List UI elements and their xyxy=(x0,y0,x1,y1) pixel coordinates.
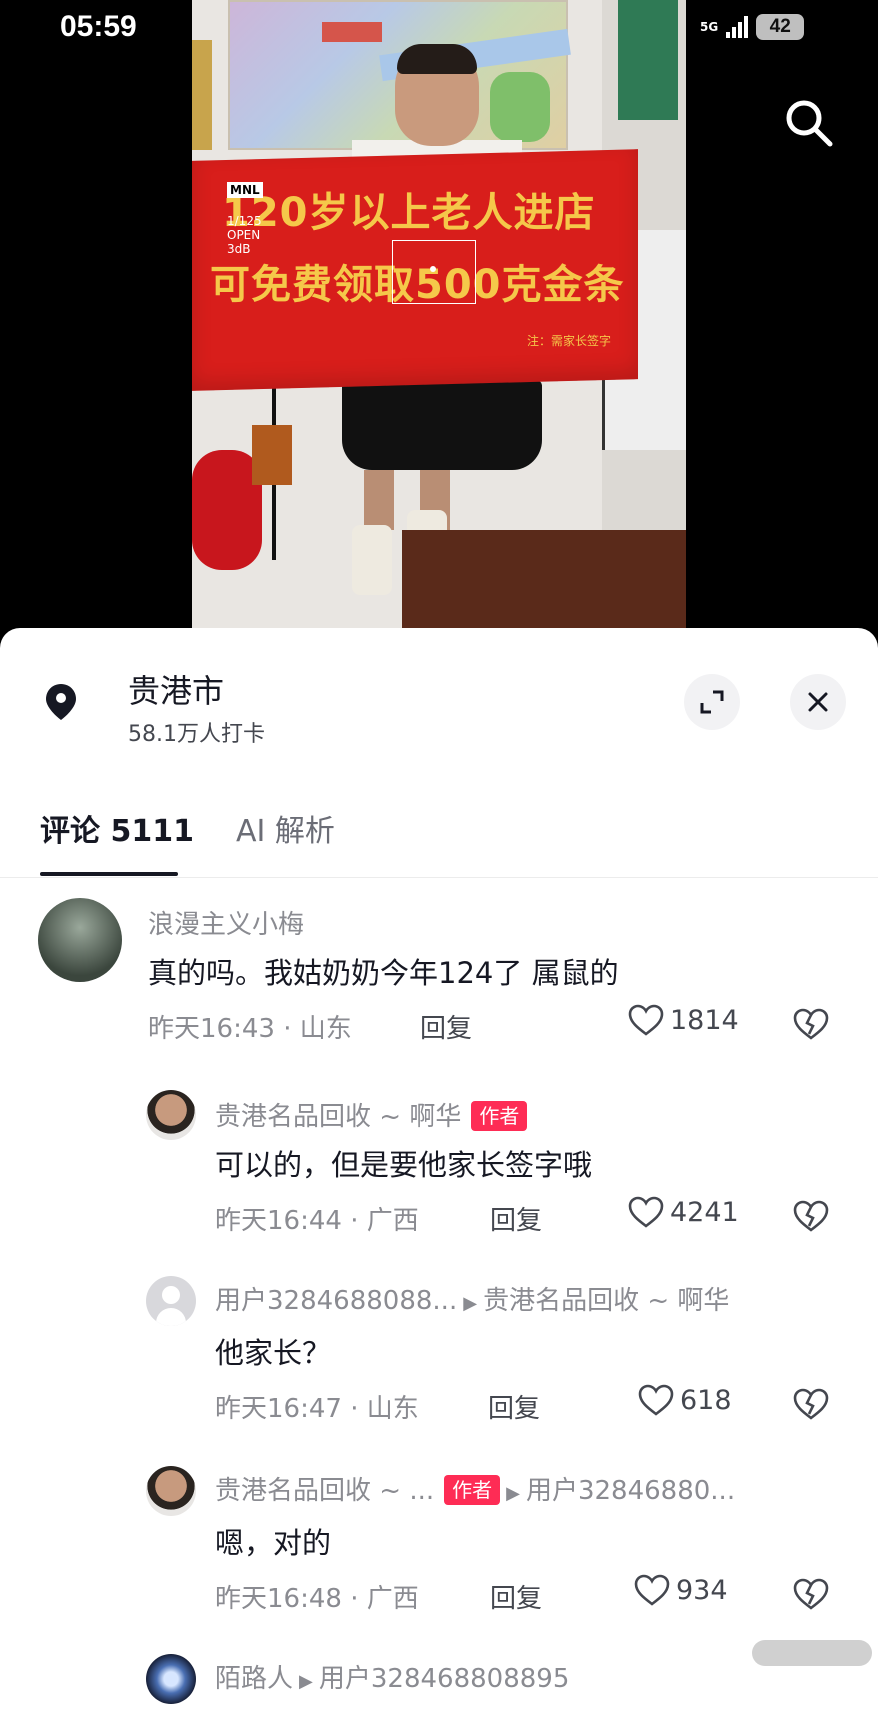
video-player[interactable]: 120岁以上老人进店 可免费领取500克金条 注：需家长签字 MNL 1/125… xyxy=(0,0,878,640)
comment-text: 可以的，但是要他家长签字哦 xyxy=(215,1148,593,1182)
battery-icon: 42 xyxy=(756,14,805,40)
reply-button[interactable]: 回复 xyxy=(490,1578,542,1615)
reply-button[interactable]: 回复 xyxy=(488,1388,540,1425)
like-button[interactable]: 618 xyxy=(638,1384,732,1416)
active-tab-indicator xyxy=(40,872,178,876)
reply-arrow-icon: ▶ xyxy=(506,1483,520,1504)
location-pin-icon xyxy=(46,684,76,720)
like-count: 4241 xyxy=(670,1196,739,1228)
reply-arrow-icon: ▶ xyxy=(299,1671,313,1692)
reply-button[interactable]: 回复 xyxy=(420,1008,472,1045)
close-button[interactable] xyxy=(790,674,846,730)
focus-box xyxy=(392,240,476,304)
like-count: 1814 xyxy=(670,1004,739,1036)
comment-panel: 贵港市 58.1万人打卡 评论 5111 AI 解析 浪漫主义小梅 真的吗。我姑… xyxy=(0,628,878,1711)
heart-icon xyxy=(634,1574,670,1606)
avatar[interactable] xyxy=(146,1276,196,1326)
author-badge: 作者 xyxy=(471,1101,528,1131)
comment-username[interactable]: 贵港名品回收 ~ ... 作者 ▶ 用户32846880... xyxy=(215,1470,735,1507)
close-icon xyxy=(808,692,828,712)
like-count: 934 xyxy=(676,1574,728,1606)
comment-username[interactable]: 浪漫主义小梅 xyxy=(148,904,304,941)
avatar[interactable] xyxy=(146,1654,196,1704)
avatar[interactable] xyxy=(146,1090,196,1140)
comment-username[interactable]: 用户3284688088... ▶ 贵港名品回收 ~ 啊华 xyxy=(215,1280,729,1317)
tab-ai-analysis[interactable]: AI 解析 xyxy=(236,806,335,850)
comment-username[interactable]: 贵港名品回收 ~ 啊华 作者 xyxy=(215,1096,528,1133)
banner-note: 注：需家长签字 xyxy=(527,334,612,348)
location-checkins: 58.1万人打卡 xyxy=(128,722,265,747)
expand-icon xyxy=(700,690,724,714)
comment-username[interactable]: 陌路人 ▶ 用户328468808895 xyxy=(215,1658,569,1695)
avatar[interactable] xyxy=(146,1466,196,1516)
comment-time: 昨天16:44 · 广西 xyxy=(215,1206,419,1236)
broken-heart-icon[interactable] xyxy=(793,1200,829,1232)
tab-comments[interactable]: 评论 5111 xyxy=(40,806,194,850)
comment-time: 昨天16:43 · 山东 xyxy=(148,1014,352,1044)
comment-time: 昨天16:48 · 广西 xyxy=(215,1584,419,1614)
camera-info: 1/125 OPEN 3dB xyxy=(227,214,262,256)
signal-icon xyxy=(726,16,749,38)
comment-text: 真的吗。我姑奶奶今年124了 属鼠的 xyxy=(148,956,619,990)
broken-heart-icon[interactable] xyxy=(793,1008,829,1040)
heart-icon xyxy=(628,1004,664,1036)
comment-time: 昨天16:47 · 山东 xyxy=(215,1394,419,1424)
status-icons: 5G 42 xyxy=(700,14,805,40)
author-badge: 作者 xyxy=(444,1475,501,1505)
reply-arrow-icon: ▶ xyxy=(463,1293,478,1314)
video-frame: 120岁以上老人进店 可免费领取500克金条 注：需家长签字 MNL 1/125… xyxy=(192,0,686,630)
banner-text-line1: 120岁以上老人进店 xyxy=(222,190,596,236)
like-button[interactable]: 4241 xyxy=(628,1196,739,1228)
like-button[interactable]: 934 xyxy=(634,1574,728,1606)
status-time: 05:59 xyxy=(60,10,137,43)
comment-text: 嗯，对的 xyxy=(215,1526,332,1560)
broken-heart-icon[interactable] xyxy=(793,1578,829,1610)
location-name[interactable]: 贵港市 xyxy=(128,666,224,712)
expand-button[interactable] xyxy=(684,674,740,730)
like-button[interactable]: 1814 xyxy=(628,1004,739,1036)
avatar[interactable] xyxy=(38,898,122,982)
like-count: 618 xyxy=(680,1384,732,1416)
divider xyxy=(0,877,878,878)
camera-mode-label: MNL xyxy=(227,182,263,198)
watermark xyxy=(752,1640,872,1666)
heart-icon xyxy=(628,1196,664,1228)
heart-icon xyxy=(638,1384,674,1416)
reply-button[interactable]: 回复 xyxy=(490,1200,542,1237)
comment-text: 他家长？ xyxy=(215,1336,332,1370)
network-label: 5G xyxy=(700,20,719,34)
search-icon[interactable] xyxy=(782,96,836,150)
broken-heart-icon[interactable] xyxy=(793,1388,829,1420)
